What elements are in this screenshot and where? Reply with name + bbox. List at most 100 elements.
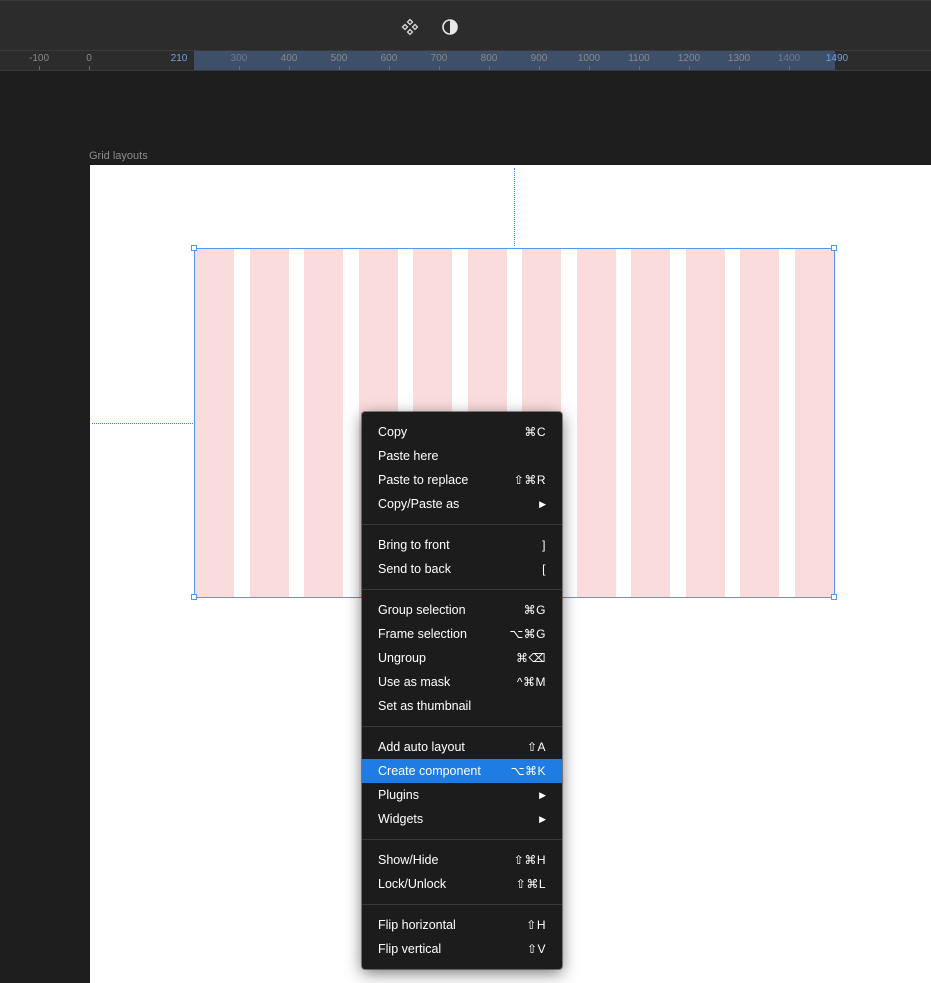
menu-item-ungroup[interactable]: Ungroup ⌘⌫ (362, 646, 562, 670)
ruler-tick-mark (289, 66, 290, 70)
menu-item-lock-unlock[interactable]: Lock/Unlock ⇧⌘L (362, 872, 562, 896)
menu-item-label: Ungroup (378, 651, 426, 665)
menu-item-group-selection[interactable]: Group selection ⌘G (362, 598, 562, 622)
ruler-tick-label: 1200 (677, 53, 701, 64)
ruler-tick-mark (239, 66, 240, 70)
menu-item-shortcut: ⌘G (523, 603, 546, 617)
menu-item-flip-vertical[interactable]: Flip vertical ⇧V (362, 937, 562, 961)
menu-item-flip-horizontal[interactable]: Flip horizontal ⇧H (362, 913, 562, 937)
menu-item-shortcut: ⇧⌘R (513, 473, 546, 487)
menu-item-create-component[interactable]: Create component ⌥⌘K (362, 759, 562, 783)
menu-item-widgets[interactable]: Widgets ▶ (362, 807, 562, 831)
menu-separator (362, 726, 562, 727)
horizontal-ruler[interactable]: -100 0 210 300 400 500 600 700 800 900 1000 1100 120… (0, 50, 931, 71)
menu-item-label: Create component (378, 764, 481, 778)
menu-item-send-to-back[interactable]: Send to back [ (362, 557, 562, 581)
grid-column (631, 249, 671, 597)
ruler-tick-label: 0 (86, 53, 92, 64)
ruler-tick-mark (439, 66, 440, 70)
ruler-tick-label: 500 (330, 53, 348, 64)
grid-column (195, 249, 234, 597)
menu-item-shortcut: ⇧V (526, 942, 546, 956)
component-icon[interactable] (399, 16, 421, 38)
ruler-tick-label: 1490 (825, 53, 849, 64)
menu-item-copy[interactable]: Copy ⌘C (362, 420, 562, 444)
menu-item-label: Copy (378, 425, 408, 439)
menu-item-label: Lock/Unlock (378, 877, 447, 891)
menu-item-shortcut: ⌘C (524, 425, 546, 439)
grid-column (576, 249, 616, 597)
ruler-tick-mark (339, 66, 340, 70)
contrast-icon[interactable] (439, 16, 461, 38)
ruler-tick-label: 800 (480, 53, 498, 64)
menu-item-shortcut: ⇧H (526, 918, 546, 932)
vertical-distance-guide (514, 168, 515, 246)
resize-handle[interactable] (831, 245, 837, 251)
grid-column (304, 249, 344, 597)
ruler-tick-mark (389, 66, 390, 70)
menu-item-label: Plugins (378, 788, 419, 802)
ruler-tick-label: 1100 (628, 53, 650, 64)
menu-item-add-auto-layout[interactable]: Add auto layout ⇧A (362, 735, 562, 759)
ruler-tick-label: 210 (170, 53, 188, 64)
grid-column (685, 249, 725, 597)
menu-item-label: Group selection (378, 603, 466, 617)
resize-handle[interactable] (191, 245, 197, 251)
resize-handle[interactable] (191, 594, 197, 600)
menu-separator (362, 839, 562, 840)
ruler-tick-label: 1300 (727, 53, 751, 64)
menu-item-label: Set as thumbnail (378, 699, 472, 713)
menu-item-label: Add auto layout (378, 740, 465, 754)
ruler-tick-mark (739, 66, 740, 70)
ruler-tick-label: 700 (430, 53, 448, 64)
menu-item-shortcut: ⇧⌘L (515, 877, 546, 891)
ruler-tick-label: 1400 (777, 53, 801, 64)
ruler-tick-label: -100 (28, 53, 50, 64)
menu-item-paste-to-replace[interactable]: Paste to replace ⇧⌘R (362, 468, 562, 492)
menu-item-set-as-thumbnail[interactable]: Set as thumbnail (362, 694, 562, 718)
menu-item-label: Flip vertical (378, 942, 442, 956)
menu-item-frame-selection[interactable]: Frame selection ⌥⌘G (362, 622, 562, 646)
menu-item-shortcut: ⌘⌫ (516, 651, 546, 665)
menu-item-label: Paste to replace (378, 473, 469, 487)
frame-label[interactable]: Grid layouts (89, 150, 148, 162)
menu-item-shortcut: ⇧A (526, 740, 546, 754)
menu-item-label: Frame selection (378, 627, 467, 641)
ruler-tick-mark (589, 66, 590, 70)
ruler-tick-label: 1000 (577, 53, 601, 64)
ruler-tick-label: 900 (530, 53, 548, 64)
menu-item-use-as-mask[interactable]: Use as mask ^⌘M (362, 670, 562, 694)
menu-item-paste-here[interactable]: Paste here (362, 444, 562, 468)
menu-item-shortcut: ⌥⌘K (510, 764, 546, 778)
menu-separator (362, 524, 562, 525)
menu-item-label: Bring to front (378, 538, 450, 552)
ruler-tick-mark (689, 66, 690, 70)
submenu-arrow-icon: ▶ (539, 789, 546, 800)
context-menu: Copy ⌘C Paste here Paste to replace ⇧⌘R Copy/… (362, 412, 562, 969)
ruler-tick-mark (39, 66, 40, 70)
grid-column (795, 249, 834, 597)
submenu-arrow-icon: ▶ (539, 498, 546, 509)
menu-item-label: Flip horizontal (378, 918, 456, 932)
menu-item-label: Use as mask (378, 675, 451, 689)
menu-item-shortcut: ⌥⌘G (509, 627, 546, 641)
menu-item-shortcut: ^⌘M (516, 675, 546, 689)
ruler-tick-mark (639, 66, 640, 70)
menu-item-show-hide[interactable]: Show/Hide ⇧⌘H (362, 848, 562, 872)
ruler-tick-label: 300 (230, 53, 248, 64)
menu-item-label: Widgets (378, 812, 424, 826)
menu-item-bring-to-front[interactable]: Bring to front] (362, 533, 562, 557)
menu-item-shortcut: ] (542, 538, 546, 552)
menu-item-shortcut: ⇧⌘H (513, 853, 546, 867)
menu-separator (362, 904, 562, 905)
horizontal-distance-guide (92, 423, 193, 424)
menu-item-label: Paste here (378, 449, 439, 463)
submenu-arrow-icon: ▶ (539, 813, 546, 824)
menu-item-copy-paste-as[interactable]: Copy/Paste as ▶ (362, 492, 562, 516)
ruler-tick-label: 400 (280, 53, 298, 64)
ruler-tick-mark (489, 66, 490, 70)
menu-item-shortcut: [ (542, 562, 546, 576)
ruler-tick-mark (789, 66, 790, 70)
menu-item-plugins[interactable]: Plugins ▶ (362, 783, 562, 807)
resize-handle[interactable] (831, 594, 837, 600)
